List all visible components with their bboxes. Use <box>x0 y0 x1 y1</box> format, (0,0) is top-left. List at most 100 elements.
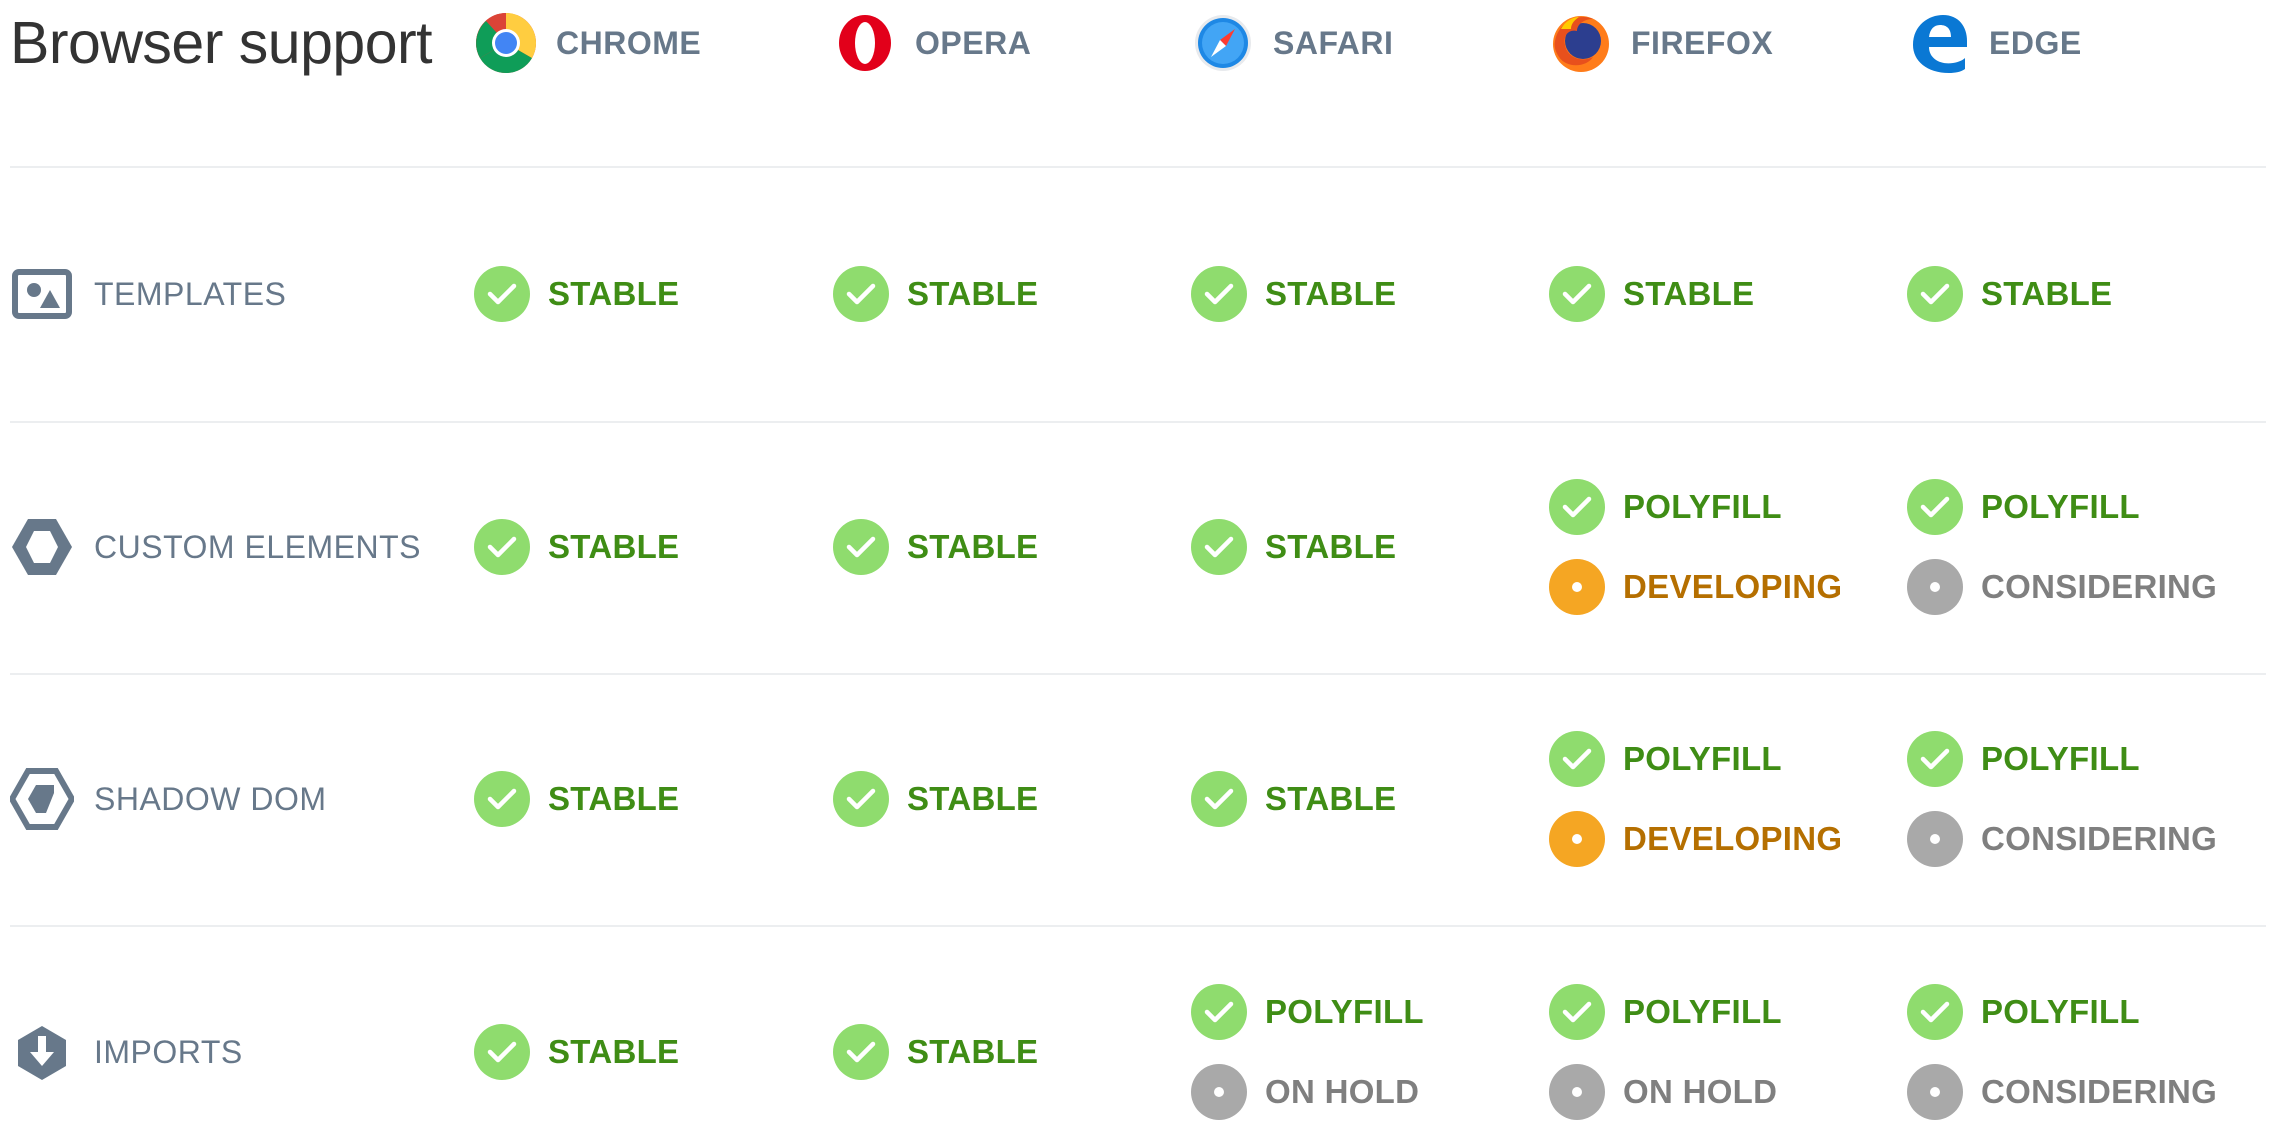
status-label: STABLE <box>548 275 680 312</box>
status-label: STABLE <box>1265 528 1397 565</box>
status-badge-polyfill: POLYFILL <box>1549 477 1842 537</box>
status-badge-stable: STABLE <box>1549 264 1754 324</box>
support-cell-opera: STABLE <box>833 769 1038 829</box>
status-badge-polyfill: POLYFILL <box>1191 982 1424 1042</box>
status-label: POLYFILL <box>1981 488 2140 525</box>
status-label: POLYFILL <box>1623 740 1782 777</box>
status-label: CONSIDERING <box>1981 1073 2218 1110</box>
check-circle-icon <box>1549 479 1605 535</box>
check-circle-icon <box>1907 984 1963 1040</box>
support-cell-safari: STABLE <box>1191 517 1396 577</box>
feature-shadow-dom: SHADOW DOM <box>10 764 327 834</box>
browser-column-opera: OPERA <box>833 8 1031 78</box>
status-badge-polyfill: POLYFILL <box>1549 982 1782 1042</box>
check-circle-icon <box>474 771 530 827</box>
status-label: CONSIDERING <box>1981 820 2218 857</box>
support-cell-opera: STABLE <box>833 1022 1038 1082</box>
check-icon <box>1562 496 1592 518</box>
status-badge-stable: STABLE <box>474 769 679 829</box>
browser-column-edge: EDGE <box>1907 8 2082 78</box>
browser-column-firefox: FIREFOX <box>1549 8 1773 78</box>
status-badge-developing: DEVELOPING <box>1549 557 1842 617</box>
status-label: POLYFILL <box>1623 488 1782 525</box>
check-icon <box>487 1041 517 1063</box>
firefox-icon <box>1553 16 1609 72</box>
check-icon <box>1204 283 1234 305</box>
browser-column-safari: SAFARI <box>1191 8 1393 78</box>
status-badge-polyfill: POLYFILL <box>1907 477 2217 537</box>
support-cell-safari: POLYFILL ON HOLD <box>1191 982 1424 1122</box>
check-circle-icon <box>1191 984 1247 1040</box>
browser-column-chrome: CHROME <box>474 8 701 78</box>
check-circle-icon <box>833 771 889 827</box>
page-title: Browser support <box>10 10 433 76</box>
status-badge-polyfill: POLYFILL <box>1907 982 2217 1042</box>
browser-name: FIREFOX <box>1631 24 1774 61</box>
check-circle-icon <box>474 1024 530 1080</box>
check-icon <box>1204 788 1234 810</box>
support-cell-firefox: POLYFILL DEVELOPING <box>1549 477 1842 617</box>
status-badge-stable: STABLE <box>1191 517 1396 577</box>
browser-name: EDGE <box>1989 24 2082 61</box>
status-label: DEVELOPING <box>1623 820 1843 857</box>
status-label: STABLE <box>907 528 1039 565</box>
feature-templates: TEMPLATES <box>10 259 286 329</box>
status-badge-stable: STABLE <box>833 517 1038 577</box>
dot-circle-icon <box>1907 1064 1963 1120</box>
support-cell-firefox: POLYFILL ON HOLD <box>1549 982 1782 1122</box>
check-circle-icon <box>1549 731 1605 787</box>
check-icon <box>846 283 876 305</box>
dot-icon <box>1930 1087 1940 1097</box>
support-cell-safari: STABLE <box>1191 769 1396 829</box>
dot-icon <box>1572 582 1582 592</box>
feature-name: TEMPLATES <box>94 275 287 312</box>
status-label: POLYFILL <box>1981 740 2140 777</box>
feature-name: CUSTOM ELEMENTS <box>94 528 421 565</box>
status-badge-onhold: ON HOLD <box>1549 1062 1782 1122</box>
check-icon <box>487 536 517 558</box>
check-circle-icon <box>1907 731 1963 787</box>
dot-icon <box>1572 834 1582 844</box>
row-divider <box>10 925 2266 927</box>
status-badge-stable: STABLE <box>474 1022 679 1082</box>
dot-circle-icon <box>1549 1064 1605 1120</box>
row-divider <box>10 166 2266 168</box>
status-label: STABLE <box>548 528 680 565</box>
status-label: STABLE <box>1265 275 1397 312</box>
status-label: STABLE <box>1981 275 2113 312</box>
feature-name: SHADOW DOM <box>94 780 327 817</box>
status-label: CONSIDERING <box>1981 568 2218 605</box>
dot-circle-icon <box>1191 1064 1247 1120</box>
check-icon <box>487 788 517 810</box>
check-circle-icon <box>474 266 530 322</box>
dot-icon <box>1214 1087 1224 1097</box>
edge-icon <box>1913 15 1967 73</box>
status-label: STABLE <box>1265 780 1397 817</box>
check-circle-icon <box>833 519 889 575</box>
status-badge-stable: STABLE <box>833 1022 1038 1082</box>
row-divider <box>10 421 2266 423</box>
browser-name: SAFARI <box>1273 24 1394 61</box>
chrome-icon <box>475 12 537 74</box>
support-cell-chrome: STABLE <box>474 264 679 324</box>
status-label: STABLE <box>1623 275 1755 312</box>
browser-name: CHROME <box>556 24 702 61</box>
support-cell-safari: STABLE <box>1191 264 1396 324</box>
support-cell-firefox: POLYFILL DEVELOPING <box>1549 729 1842 869</box>
status-label: STABLE <box>548 780 680 817</box>
row-divider <box>10 673 2266 675</box>
status-label: POLYFILL <box>1623 993 1782 1030</box>
status-badge-developing: DEVELOPING <box>1549 809 1842 869</box>
status-label: DEVELOPING <box>1623 568 1843 605</box>
check-circle-icon <box>1907 266 1963 322</box>
status-badge-stable: STABLE <box>474 517 679 577</box>
feature-name: IMPORTS <box>94 1033 243 1070</box>
support-cell-opera: STABLE <box>833 517 1038 577</box>
custom-elements-icon <box>12 519 72 575</box>
support-cell-firefox: STABLE <box>1549 264 1754 324</box>
status-label: ON HOLD <box>1623 1073 1778 1110</box>
check-icon <box>1204 1001 1234 1023</box>
support-cell-chrome: STABLE <box>474 769 679 829</box>
status-badge-polyfill: POLYFILL <box>1549 729 1842 789</box>
status-badge-onhold: ON HOLD <box>1191 1062 1424 1122</box>
